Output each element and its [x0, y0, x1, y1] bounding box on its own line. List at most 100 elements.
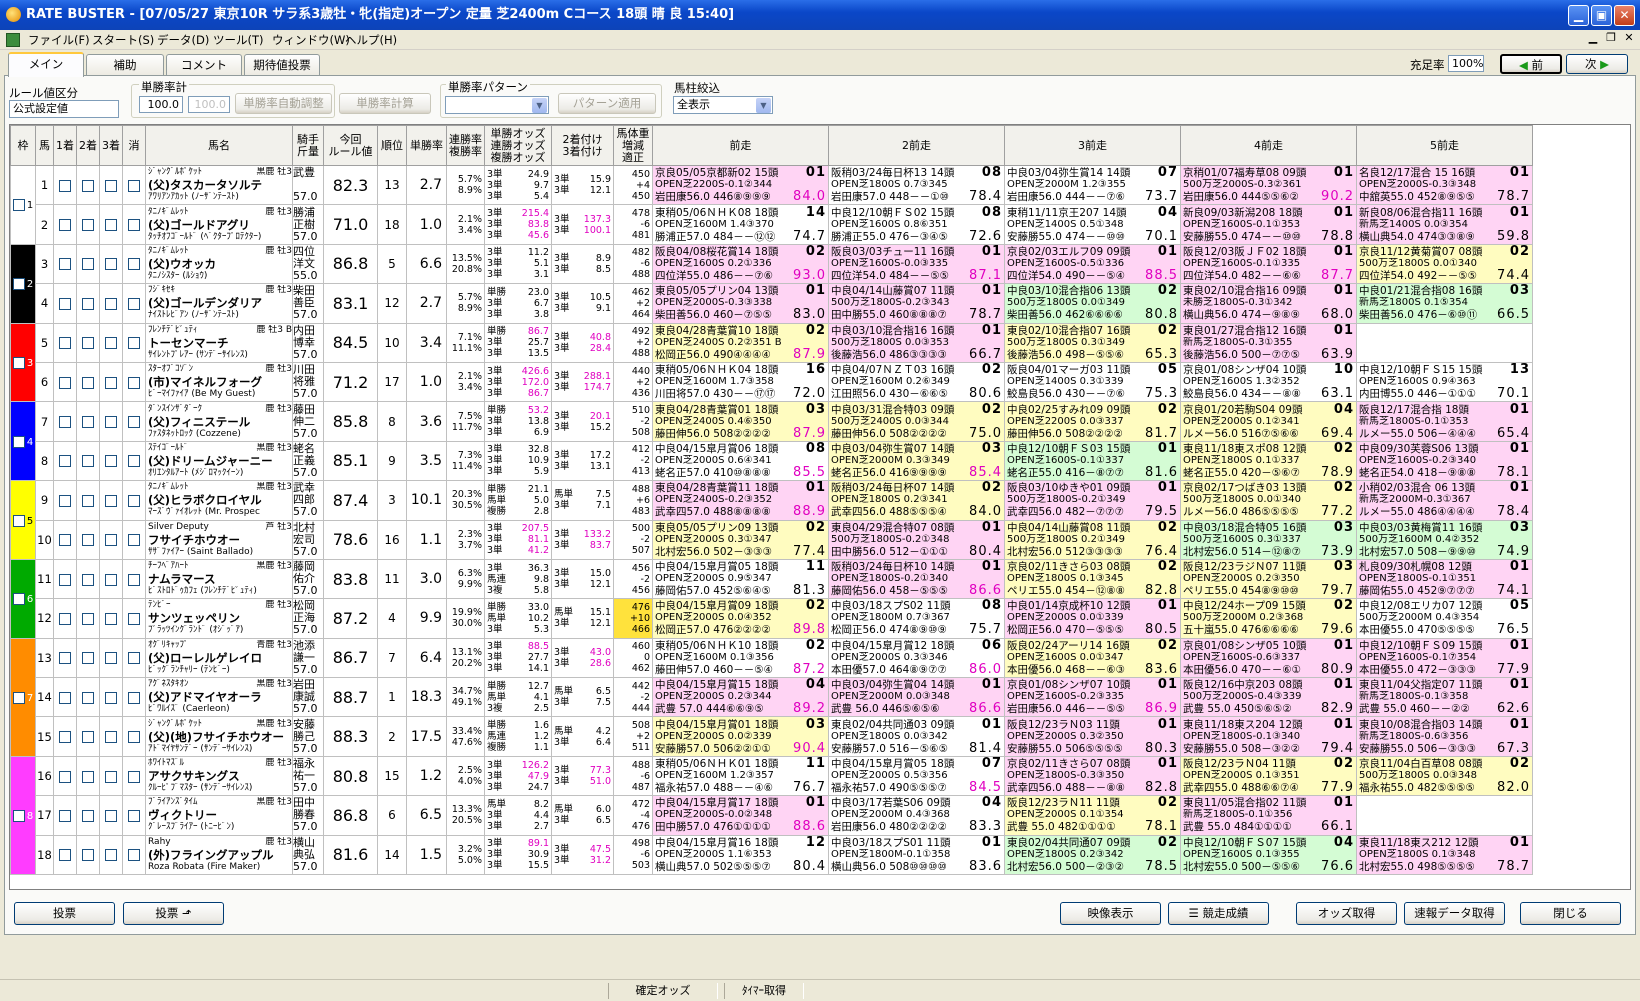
odds-fetch-button[interactable]: オッズ取得 — [1296, 902, 1397, 925]
calc-button[interactable]: 単勝率計算 — [339, 93, 431, 114]
waku-checkbox[interactable] — [12, 593, 25, 606]
prev-race-cell[interactable]: 東良04/28青葉賞01 18頭 03 OPEN芝2400S 0.4⑥350 藤田伸5… — [652, 401, 829, 442]
prev-race-cell[interactable]: 京良11/04白百草08 08頭 02 500万芝1800S 0.0③348 福永祐5… — [1356, 755, 1533, 797]
vote-button[interactable]: 投票 — [14, 902, 115, 925]
waku-cell[interactable]: 7 — [10, 637, 36, 757]
checkbox[interactable] — [105, 573, 117, 586]
checkbox[interactable] — [82, 612, 94, 625]
horse-name-cell[interactable]: ｼﾞｬﾝｸﾞﾙﾎﾟｹｯﾄ 黒鹿 牡3 (父)(地)フサイチホウオー ｱﾄﾞﾏｲﾔｻﾝﾃ… — [145, 716, 293, 757]
horse-name-cell[interactable]: Rahy 鹿 牡3 (外)フライングアップル Roza Robata (Fire Ma… — [145, 834, 293, 876]
checkbox[interactable] — [128, 534, 140, 547]
prev-race-cell[interactable]: 東良04/28青葉賞11 18頭 01 OPEN芝2400S-0.2③352 武幸四5… — [652, 480, 829, 521]
checkbox[interactable] — [105, 258, 117, 271]
checkbox[interactable] — [105, 219, 117, 232]
checkbox[interactable] — [128, 652, 140, 665]
prev-race-cell[interactable]: 中良04/14山藤賞07 11頭 01 500万芝1800S-0.2③343 田中勝5… — [828, 283, 1005, 324]
waku-checkbox[interactable] — [12, 514, 25, 527]
checkbox[interactable] — [82, 455, 94, 468]
close-button[interactable]: 閉じる — [1520, 902, 1621, 925]
prev-race-cell[interactable]: 中良02/25すみれ09 09頭 02 OPEN芝2200S 0.0③337 藤田伸5… — [1004, 401, 1181, 442]
menu-file[interactable]: ファイル(F) — [28, 32, 90, 48]
checkbox[interactable] — [128, 731, 140, 744]
auto-adjust-button[interactable]: 単勝率自動調整 — [235, 93, 332, 114]
checkbox[interactable] — [82, 179, 94, 192]
horse-name-cell[interactable]: ｽﾃｲｺﾞｰﾙﾄﾞ 黒鹿 牡3 (父)ドリームジャーニー ｵﾘｴﾝﾀﾙｱｰﾄ (ﾒｼﾞ… — [145, 440, 293, 482]
checkbox[interactable] — [82, 731, 94, 744]
tab-comment[interactable]: コメント — [166, 54, 242, 76]
checkbox[interactable] — [128, 416, 140, 429]
prev-race-cell[interactable]: 中良03/04弥生賞04 14頭 01 OPEN芝2000M 0.0③348 武豊 5… — [828, 677, 1005, 718]
horse-name-cell[interactable]: ﾀﾞﾝｽｲﾝｻﾞﾀﾞｰｸ鹿 牡3 (父)フィニステール ﾌｧｽﾀﾈｯﾄﾛｯｸ (Co… — [145, 401, 293, 442]
checkbox[interactable] — [128, 494, 140, 507]
waku-cell[interactable]: 1 — [10, 165, 36, 245]
prev-race-cell[interactable]: 阪良04/08桜花賞14 18頭 02 OPEN芝1600S 0.2①336 四位洋5… — [652, 243, 829, 285]
checkbox[interactable] — [128, 573, 140, 586]
checkbox[interactable] — [82, 573, 94, 586]
prev-race-cell[interactable]: 京良11/12黄菊賞07 08頭 02 500万芝1800S 0.0①340 四位洋5… — [1356, 243, 1533, 285]
checkbox[interactable] — [59, 219, 71, 232]
mdi-minimize-icon[interactable]: ▁ — [1584, 31, 1602, 47]
prev-race-cell[interactable]: 中良04/15皐月賞17 18頭 01 OPEN芝2000S-0.0②348 田中勝5… — [652, 795, 829, 836]
horse-name-cell[interactable]: ｵｸﾞﾘｷｬｯﾌﾟ 青鹿 牡3 (父)ローレルゲレイロ ﾋﾞｯｸﾞﾗﾝﾁｬﾘｰ (ﾃﾝ… — [145, 637, 293, 679]
checkbox[interactable] — [105, 337, 117, 350]
checkbox[interactable] — [128, 455, 140, 468]
prev-race-cell[interactable]: 阪良03/10ゆきや01 09頭 01 500万芝1800S-0.2①349 武幸四5… — [1004, 480, 1181, 521]
checkbox[interactable] — [82, 494, 94, 507]
quick-data-button[interactable]: 速報データ取得 — [1404, 902, 1505, 925]
prev-race-cell[interactable] — [1356, 795, 1533, 836]
checkbox[interactable] — [128, 691, 140, 704]
checkbox[interactable] — [128, 849, 140, 862]
checkbox[interactable] — [82, 376, 94, 389]
prev-race-cell[interactable]: 東良11/18東ス204 12頭 01 OPEN芝1800S-0.1③340 安藤勝5… — [1180, 716, 1357, 757]
mdi-close-icon[interactable]: ✕ — [1620, 31, 1638, 47]
prev-race-cell[interactable]: 中良03/03黄梅賞11 16頭 03 500万芝1600M 0.4②352 北村宏5… — [1356, 519, 1533, 560]
prev-button[interactable]: ◀ 前 — [1500, 54, 1562, 74]
results-button[interactable]: ☰ 競走成績 — [1168, 902, 1269, 925]
checkbox[interactable] — [59, 258, 71, 271]
checkbox[interactable] — [59, 179, 71, 192]
prev-race-cell[interactable]: 小稍02/03混合 06 13頭 01 新馬芝2000M-0.3①367 ルメー55.… — [1356, 480, 1533, 521]
prev-race-cell[interactable]: 東良11/18東ス212 12頭 01 OPEN芝1800S 0.1③348 北村宏5… — [1356, 834, 1533, 876]
waku-cell[interactable]: 4 — [10, 401, 36, 482]
prev-race-cell[interactable]: 中良12/10朝ＦＳ02 15頭 08 OPEN芝1600S 0.8⑥351 勝浦正5… — [828, 204, 1005, 245]
checkbox[interactable] — [59, 809, 71, 822]
checkbox[interactable] — [105, 297, 117, 310]
prev-race-cell[interactable]: 中良03/18スプS02 11頭 08 OPEN芝1800M 0.7③367 松岡正5… — [828, 598, 1005, 639]
prev-race-cell[interactable]: 中良03/04弥生賞14 14頭 07 OPEN芝2000M 1.2③355 岩田康5… — [1004, 164, 1181, 206]
prev-race-cell[interactable]: 東良04/29混合特07 08頭 01 500万芝1800S-0.2①348 田中勝5… — [828, 519, 1005, 560]
checkbox[interactable] — [82, 337, 94, 350]
waku-checkbox[interactable] — [12, 809, 25, 822]
checkbox[interactable] — [59, 652, 71, 665]
tab-assist[interactable]: 補助 — [86, 54, 164, 76]
prev-race-cell[interactable]: 東良02/10混合指07 16頭 02 500万芝1800S 0.3①349 後藤浩5… — [1004, 322, 1181, 363]
mdi-restore-icon[interactable]: ❐ — [1602, 31, 1620, 47]
prev-race-cell[interactable]: 東良11/04父指定07 11頭 01 新馬芝1800S-0.1③358 武豊 55.… — [1356, 677, 1533, 718]
horse-name-cell[interactable]: ﾃﾝﾋﾞｰ鹿 牡3 サンツェッペリン ﾌﾟﾗｯﾂｲﾝｸﾞﾗﾝﾄﾞ (ｵｼﾞｯﾞｱ) — [145, 598, 293, 639]
prev-race-cell[interactable]: 東良02/04共同通03 09頭 01 OPEN芝1800S 0.0③342 安藤勝5… — [828, 716, 1005, 757]
prev-race-cell[interactable]: 中良12/08エリカ07 12頭 05 500万芝2000M 0.4③354 本田優5… — [1356, 598, 1533, 639]
prev-race-cell[interactable]: 阪良03/03チュー11 16頭 01 OPEN芝1600S-0.0③335 四位洋5… — [828, 243, 1005, 285]
maximize-button[interactable]: ▣ — [1591, 5, 1612, 26]
menu-window[interactable]: ウィンドウ(W) — [272, 32, 350, 48]
prev-race-cell[interactable]: 新良08/06混合指11 16頭 01 新馬芝1400S 0.0③354 横山典54.… — [1356, 204, 1533, 245]
filter-select[interactable]: 全表示 ▼ — [673, 96, 773, 114]
prev-race-cell[interactable]: 東稍05/06ＮＨＫ04 18頭 16 OPEN芝1600M 1.7③358 川田将5… — [652, 361, 829, 403]
prev-race-cell[interactable]: 阪良12/23ラＮ04 11頭 02 OPEN芝2000S 0.1③351 武幸四55… — [1180, 755, 1357, 797]
checkbox[interactable] — [128, 376, 140, 389]
prev-race-cell[interactable]: 東良05/05プリン04 13頭 01 OPEN芝2000S-0.3③338 柴田善5… — [652, 283, 829, 324]
prev-race-cell[interactable]: 中良01/21混合指08 16頭 03 新馬芝1800S 0.1⑤354 柴田善56.… — [1356, 283, 1533, 324]
prev-race-cell[interactable]: 東良11/05混合指02 11頭 01 新馬芝1800S-0.1①356 武豊 55.… — [1180, 795, 1357, 836]
checkbox[interactable] — [82, 652, 94, 665]
checkbox[interactable] — [82, 219, 94, 232]
checkbox[interactable] — [105, 376, 117, 389]
prev-race-cell[interactable]: 東良01/27混合指12 16頭 01 新馬芝1800S-0.3①355 後藤浩56.… — [1180, 322, 1357, 363]
checkbox[interactable] — [105, 809, 117, 822]
checkbox[interactable] — [128, 337, 140, 350]
checkbox[interactable] — [82, 770, 94, 783]
checkbox[interactable] — [59, 691, 71, 704]
prev-race-cell[interactable]: 京良05/05京都新02 15頭 01 OPEN芝2200S-0.1②344 岩田康5… — [652, 164, 829, 206]
prev-race-cell[interactable]: 中良12/10朝ＦＳ15 15頭 13 OPEN芝1600S 0.9④363 内田博5… — [1356, 361, 1533, 403]
close-window-button[interactable]: ✕ — [1614, 5, 1635, 26]
horse-name-cell[interactable]: ﾀﾆﾉｷﾞﾑﾚｯﾄ鹿 牡3 (父)ウオッカ ﾀﾆﾉｼｽﾀｰ (ﾙｼｮｳ) — [145, 243, 293, 285]
menu-start[interactable]: スタート(S) — [92, 32, 154, 48]
